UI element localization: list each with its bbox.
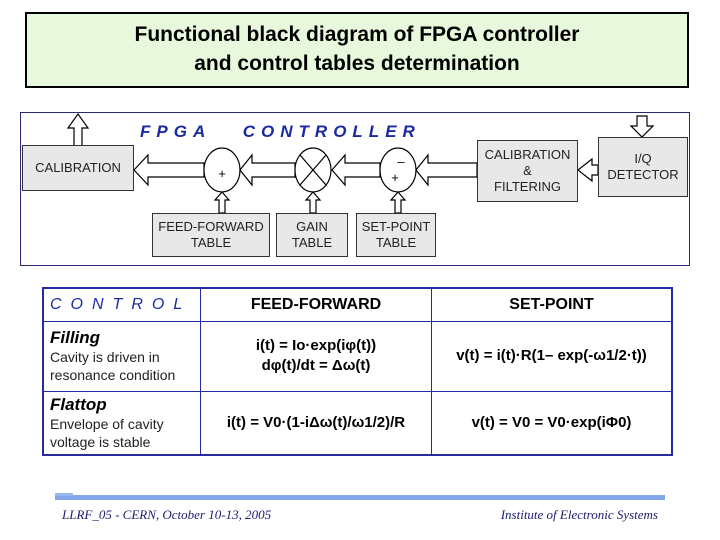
arrow-ff-up bbox=[213, 191, 231, 214]
row-label: Flattop Envelope of cavity voltage is sta… bbox=[42, 390, 201, 456]
table-row: Filling Cavity is driven in resonance con… bbox=[42, 320, 673, 392]
output-up-arrow bbox=[66, 112, 90, 147]
control-table: CONTROL FEED-FORWARD SET-POINT Filling Ca… bbox=[42, 287, 673, 456]
table-row: Flattop Envelope of cavity voltage is sta… bbox=[42, 390, 673, 456]
row-desc: Envelope of cavity voltage is stable bbox=[50, 415, 164, 450]
ff-equation: i(t) = Io·exp(iφ(t)) dφ(t)/dt = Δω(t) bbox=[200, 320, 432, 392]
input-down-arrow bbox=[629, 115, 655, 138]
footer-bar-accent bbox=[55, 493, 73, 496]
label: TABLE bbox=[291, 235, 333, 250]
row-title: Flattop bbox=[50, 394, 107, 414]
arrow-sum2-to-mult bbox=[331, 153, 381, 187]
header-set-point: SET-POINT bbox=[431, 287, 673, 322]
footer-right: Institute of Electronic Systems bbox=[500, 507, 658, 522]
ff-equation: i(t) = V0·(1-iΔω(t)/ω1/2)/R bbox=[200, 390, 432, 456]
arrow-mult-to-sum1 bbox=[239, 153, 296, 187]
header-control: CONTROL bbox=[42, 287, 201, 322]
sum1-sign: + bbox=[218, 166, 226, 181]
sp-equation: v(t) = V0 = V0·exp(iΦ0) bbox=[431, 390, 673, 456]
iq-detector-block: I/Q DETECTOR bbox=[598, 137, 688, 197]
calibration-filtering-block: CALIBRATION & FILTERING bbox=[477, 140, 578, 202]
eq-line: dφ(t)/dt = Δω(t) bbox=[261, 357, 371, 374]
row-title: Filling bbox=[50, 328, 101, 347]
sum2-plus: + bbox=[391, 170, 399, 185]
arrow-sp-up bbox=[389, 191, 407, 214]
gain-table-block: GAIN TABLE bbox=[276, 213, 348, 257]
label: TABLE bbox=[190, 235, 232, 250]
footer-bar bbox=[55, 495, 665, 500]
sp-equation: v(t) = i(t)·R(1– exp(-ω1/2·t)) bbox=[431, 320, 673, 392]
eq-line: i(t) = Io·exp(iφ(t)) bbox=[255, 337, 377, 354]
label: & bbox=[523, 163, 532, 178]
arrow-sum1-to-calibration bbox=[133, 153, 205, 187]
label: TABLE bbox=[375, 235, 417, 250]
calibration-label: CALIBRATION bbox=[35, 160, 121, 175]
arrow-calfilter-to-sum2 bbox=[415, 153, 478, 187]
feed-forward-table-block: FEED-FORWARD TABLE bbox=[152, 213, 270, 257]
arrow-gain-up bbox=[304, 191, 322, 214]
label: FILTERING bbox=[494, 179, 561, 194]
table-header-row: CONTROL FEED-FORWARD SET-POINT bbox=[42, 287, 673, 322]
label: FEED-FORWARD bbox=[158, 219, 264, 234]
label: SET-POINT bbox=[361, 219, 431, 234]
row-label: Filling Cavity is driven in resonance con… bbox=[42, 320, 201, 392]
set-point-table-block: SET-POINT TABLE bbox=[356, 213, 436, 257]
row-desc: Cavity is driven in resonance condition bbox=[50, 349, 176, 383]
sum2-minus: – bbox=[397, 154, 405, 169]
header-feed-forward: FEED-FORWARD bbox=[200, 287, 432, 322]
label: CALIBRATION bbox=[484, 147, 571, 162]
footer-left: LLRF_05 - CERN, October 10-13, 2005 bbox=[62, 507, 272, 522]
label: I/Q bbox=[634, 151, 652, 166]
label: DETECTOR bbox=[607, 167, 679, 182]
arrow-iq-to-calfilter bbox=[577, 157, 599, 183]
label: GAIN bbox=[296, 219, 328, 234]
calibration-block: CALIBRATION bbox=[22, 145, 134, 191]
